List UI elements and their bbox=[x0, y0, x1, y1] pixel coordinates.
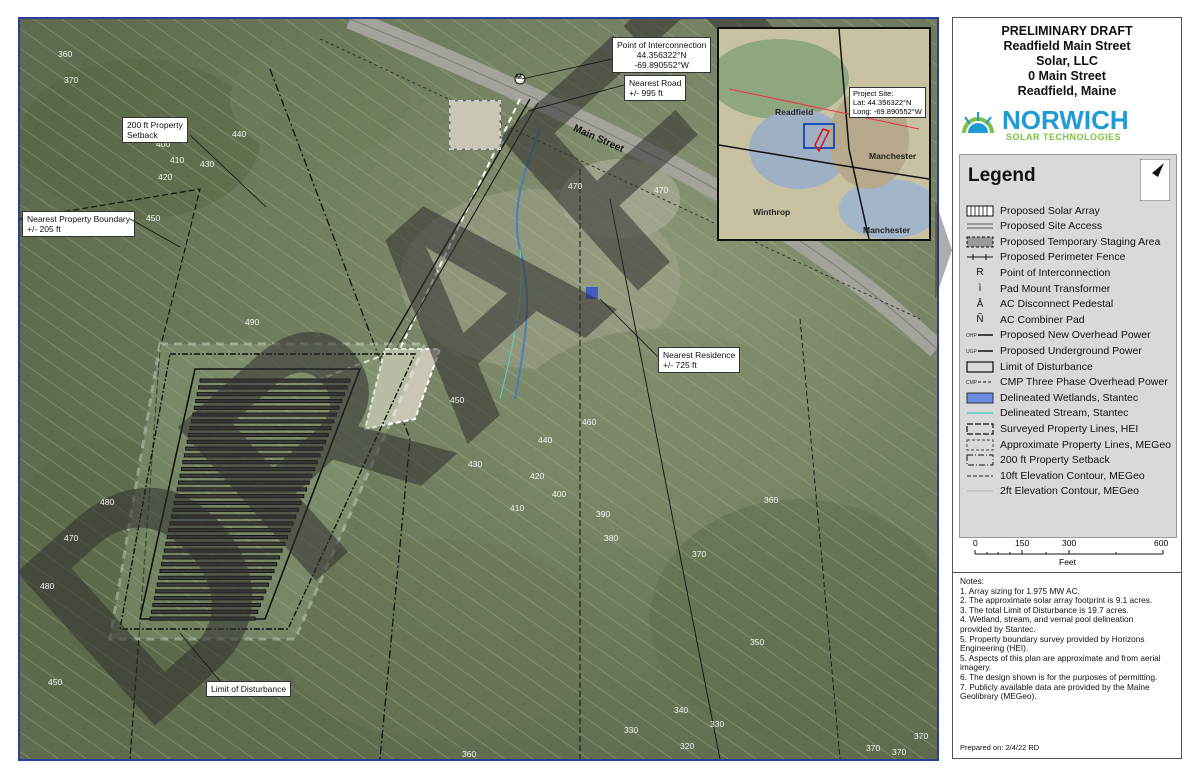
svg-text:OHP: OHP bbox=[966, 333, 978, 339]
legend-item-label: Limit of Disturbance bbox=[1000, 360, 1093, 373]
scale-tick-label: 300 bbox=[1062, 538, 1077, 548]
legend-symbol-icon bbox=[966, 205, 994, 217]
notes: Notes: 1. Array sizing for 1.975 MW AC. 2… bbox=[953, 572, 1181, 702]
note-line: 5. Aspects of this plan are approximate … bbox=[960, 652, 1161, 663]
prepared-date: Prepared on: 2/4/22 RD bbox=[960, 743, 1040, 752]
legend-item: 2ft Elevation Contour, MEGeo bbox=[966, 484, 1139, 499]
legend-item-label: CMP Three Phase Overhead Power bbox=[1000, 376, 1168, 389]
legend-item-label: Proposed Perimeter Fence bbox=[1000, 251, 1126, 264]
legend-symbol-icon bbox=[966, 360, 994, 373]
norwich-logo: NORWICH SOLAR TECHNOLOGIES bbox=[958, 105, 1176, 143]
legend-symbol-icon bbox=[966, 236, 994, 248]
note-line: Geolibrary (MEGeo). bbox=[960, 691, 1037, 702]
legend-item-label: Proposed Underground Power bbox=[1000, 344, 1142, 357]
legend-symbol-icon: R bbox=[976, 267, 984, 279]
legend-item: OHP Proposed New Overhead Power bbox=[966, 328, 1151, 343]
legend-title: Legend bbox=[968, 165, 1036, 186]
legend-item: 10ft Elevation Contour, MEGeo bbox=[966, 468, 1145, 483]
scale-tick-label: 150 bbox=[1015, 538, 1030, 548]
title-line: Readfield Main Street bbox=[1003, 39, 1131, 53]
scale-bar: 0 150 300 600 Feet bbox=[971, 538, 1169, 570]
title-block: PRELIMINARY DRAFT Readfield Main Street … bbox=[953, 24, 1181, 99]
legend-item-label: Proposed Temporary Staging Area bbox=[1000, 235, 1161, 248]
legend-item-label: Point of Interconnection bbox=[1000, 266, 1111, 279]
legend-item: Proposed Temporary Staging Area bbox=[966, 234, 1160, 249]
legend-item: Delineated Wetlands, Stantec bbox=[966, 390, 1138, 405]
legend-symbol-icon bbox=[966, 220, 994, 232]
legend-item-label: 2ft Elevation Contour, MEGeo bbox=[1000, 485, 1139, 498]
legend-symbol-icon: Ñ bbox=[976, 314, 984, 326]
legend-item-label: Pad Mount Transformer bbox=[1000, 282, 1111, 295]
legend-item: Approximate Property Lines, MEGeo bbox=[966, 437, 1171, 452]
legend-item-label: Surveyed Property Lines, HEI bbox=[1000, 422, 1139, 435]
legend-item: Limit of Disturbance bbox=[966, 359, 1093, 374]
legend-item: Proposed Solar Array bbox=[966, 203, 1100, 218]
north-arrow-icon bbox=[1140, 159, 1170, 201]
legend-symbol-icon bbox=[966, 251, 994, 263]
title-panel: PRELIMINARY DRAFT Readfield Main Street … bbox=[952, 17, 1182, 759]
legend-item-label: AC Combiner Pad bbox=[1000, 313, 1085, 326]
legend-item: Ñ AC Combiner Pad bbox=[966, 312, 1085, 327]
legend-item: Delineated Stream, Stantec bbox=[966, 406, 1128, 421]
svg-text:CMP: CMP bbox=[966, 380, 978, 386]
legend-symbol-icon: OHP bbox=[966, 329, 994, 341]
legend-item-label: Proposed Solar Array bbox=[1000, 204, 1100, 217]
title-line: 0 Main Street bbox=[1028, 69, 1106, 83]
legend-symbol-icon bbox=[966, 470, 994, 482]
legend-item: UGP Proposed Underground Power bbox=[966, 343, 1142, 358]
scale-tick-label: 0 bbox=[973, 538, 978, 548]
inset-pointer bbox=[935, 200, 952, 300]
legend-item-label: AC Disconnect Pedestal bbox=[1000, 298, 1114, 311]
legend-item: 200 ft Property Setback bbox=[966, 453, 1110, 468]
legend-item-label: 10ft Elevation Contour, MEGeo bbox=[1000, 469, 1145, 482]
legend-item: Surveyed Property Lines, HEI bbox=[966, 421, 1138, 436]
legend-symbol-icon: UGP bbox=[966, 345, 994, 357]
legend-item: CMP CMP Three Phase Overhead Power bbox=[966, 375, 1168, 390]
legend-item-label: Delineated Wetlands, Stantec bbox=[1000, 391, 1139, 404]
title-line: PRELIMINARY DRAFT bbox=[1001, 24, 1133, 38]
legend: Legend Proposed Solar Array Proposed Site… bbox=[959, 154, 1177, 538]
legend-item: ì Pad Mount Transformer bbox=[966, 281, 1111, 296]
scale-tick-label: 600 bbox=[1154, 538, 1169, 548]
norwich-logo-graphic: NORWICH SOLAR TECHNOLOGIES bbox=[962, 105, 1129, 142]
legend-symbol-icon bbox=[966, 439, 994, 451]
svg-text:UGP: UGP bbox=[966, 349, 978, 355]
legend-symbol-icon: ì bbox=[978, 283, 982, 294]
legend-symbol-icon bbox=[966, 454, 994, 466]
legend-item-label: Approximate Property Lines, MEGeo bbox=[1000, 438, 1171, 451]
legend-item-label: Proposed Site Access bbox=[1000, 220, 1103, 233]
legend-item-label: Delineated Stream, Stantec bbox=[1000, 407, 1129, 420]
title-line: Solar, LLC bbox=[1036, 54, 1098, 68]
legend-symbol-icon bbox=[966, 392, 994, 404]
legend-symbol-icon bbox=[966, 407, 994, 419]
legend-item: Å AC Disconnect Pedestal bbox=[966, 297, 1114, 312]
scale-unit: Feet bbox=[1059, 557, 1077, 567]
legend-symbol-icon bbox=[966, 423, 994, 435]
legend-item: R Point of Interconnection bbox=[966, 265, 1110, 280]
logo-tagline: SOLAR TECHNOLOGIES bbox=[1006, 132, 1121, 142]
logo-wordmark: NORWICH bbox=[1002, 105, 1129, 135]
notes-list: 1. Array sizing for 1.975 MW AC. 2. The a… bbox=[960, 586, 1175, 702]
legend-item-label: 200 ft Property Setback bbox=[1000, 454, 1110, 467]
legend-item-label: Proposed New Overhead Power bbox=[1000, 329, 1151, 342]
legend-symbol-icon: Å bbox=[976, 298, 984, 310]
legend-item: Proposed Site Access bbox=[966, 219, 1102, 234]
legend-symbol-icon: CMP bbox=[966, 376, 994, 388]
legend-symbol-icon bbox=[966, 485, 994, 497]
title-line: Readfield, Maine bbox=[1017, 84, 1117, 98]
legend-item: Proposed Perimeter Fence bbox=[966, 250, 1125, 265]
